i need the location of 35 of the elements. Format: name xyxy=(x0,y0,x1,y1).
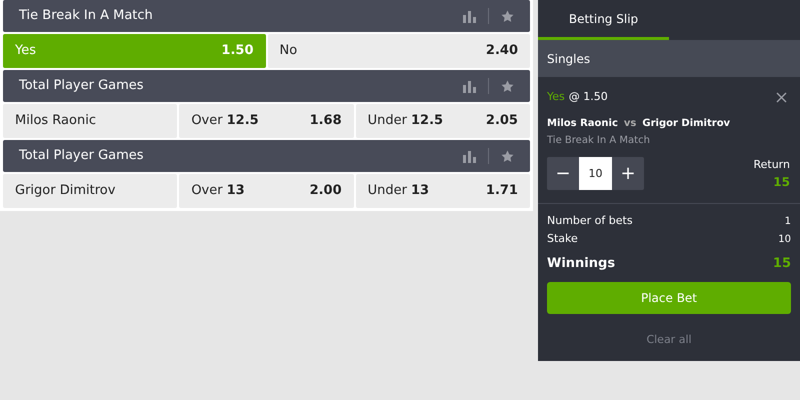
singles-header: Singles xyxy=(538,40,800,77)
summary-label: Stake xyxy=(547,230,579,247)
star-icon[interactable] xyxy=(501,10,514,22)
player-cell: Milos Raonic xyxy=(3,104,178,138)
stats-icon[interactable] xyxy=(463,150,476,162)
summary-value: 15 xyxy=(772,255,791,273)
bet-odds: @ 1.50 xyxy=(568,89,609,105)
player-cell: Grigor Dimitrov xyxy=(3,174,178,208)
odds-button[interactable]: Over 12.5 1.68 xyxy=(179,104,354,138)
odds-button[interactable]: Under 13 1.71 xyxy=(356,174,530,208)
return-value: 15 xyxy=(773,174,790,191)
stats-icon[interactable] xyxy=(463,10,476,22)
bet-market: Tie Break In A Match xyxy=(547,134,651,148)
summary-value: 1 xyxy=(784,214,791,228)
return-label: Return xyxy=(753,156,790,172)
summary-value: 10 xyxy=(778,232,791,246)
versus-label: vs xyxy=(624,116,636,130)
star-icon[interactable] xyxy=(501,150,514,162)
odds-button[interactable]: No 2.40 xyxy=(268,34,530,68)
star-icon[interactable] xyxy=(501,80,514,92)
away-player: Grigor Dimitrov xyxy=(642,116,730,130)
close-icon[interactable] xyxy=(776,92,787,103)
stats-icon[interactable] xyxy=(463,80,476,92)
odds-button[interactable]: Over 13 2.00 xyxy=(179,174,354,208)
bet-selection: Yes xyxy=(547,89,565,105)
increase-button[interactable]: + xyxy=(612,157,644,190)
market-title: Tie Break In A Match xyxy=(19,7,154,26)
summary-label: Number of bets xyxy=(547,212,634,229)
odds-button[interactable]: Under 12.5 2.05 xyxy=(356,104,530,138)
summary-label: Winnings xyxy=(547,255,616,273)
decrease-button[interactable]: − xyxy=(547,157,579,190)
home-player: Milos Raonic xyxy=(547,116,618,130)
stake-field[interactable]: 10 xyxy=(579,157,612,190)
market-title: Total Player Games xyxy=(19,147,145,166)
market-title: Total Player Games xyxy=(19,77,145,96)
